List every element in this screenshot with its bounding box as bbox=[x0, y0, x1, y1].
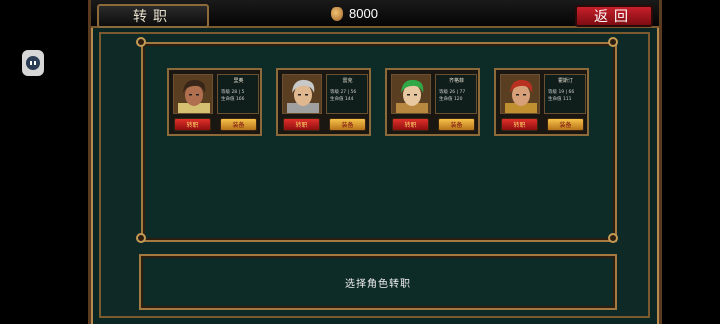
character-portrait[interactable] bbox=[173, 74, 213, 114]
character-name: 里奥 bbox=[233, 78, 244, 84]
hp-value: 111 bbox=[562, 97, 572, 102]
portrait-image bbox=[283, 75, 321, 113]
info-message: 选择角色转职 bbox=[345, 278, 411, 290]
portrait-image bbox=[501, 75, 539, 113]
job-change-label: 转职 bbox=[295, 122, 308, 129]
job-change-button[interactable]: 转职 bbox=[283, 118, 320, 131]
character-name: 霍斯汀 bbox=[557, 78, 573, 84]
level-label: 等级 bbox=[548, 90, 557, 95]
equip-button[interactable]: 装备 bbox=[329, 118, 366, 131]
hp-row: 生命值 120 bbox=[439, 96, 474, 103]
character-card[interactable]: 霍斯汀 等级 19 | 66 生命值 111 转职 装备 bbox=[494, 68, 589, 136]
equip-label: 装备 bbox=[450, 122, 463, 129]
level-value: 26 | 77 bbox=[449, 90, 466, 95]
level-value: 27 | 56 bbox=[340, 90, 357, 95]
job-change-button[interactable]: 转职 bbox=[501, 118, 538, 131]
page-title: 转职 bbox=[97, 4, 209, 28]
portrait-image bbox=[174, 75, 212, 113]
back-button-label: 返回 bbox=[594, 9, 634, 25]
level-label: 等级 bbox=[330, 90, 339, 95]
gold-bag-icon bbox=[331, 6, 343, 21]
hp-value: 120 bbox=[453, 97, 463, 102]
corner-ornament-icon bbox=[136, 37, 146, 47]
character-stats: 齐格菲 等级 26 | 77 生命值 120 bbox=[435, 74, 477, 114]
equip-button[interactable]: 装备 bbox=[220, 118, 257, 131]
job-change-button[interactable]: 转职 bbox=[174, 118, 211, 131]
character-card[interactable]: 雷克 等级 27 | 56 生命值 144 转职 装备 bbox=[276, 68, 371, 136]
game-window: 转职 8000 返回 里奥 等级 28 | 5 生命值 166 转职 装备 雷克… bbox=[88, 0, 662, 324]
floating-assistant-button[interactable] bbox=[22, 50, 44, 76]
level-row: 等级 26 | 77 bbox=[439, 89, 474, 96]
corner-ornament-icon bbox=[608, 233, 618, 243]
level-value: 28 | 5 bbox=[231, 90, 245, 95]
level-row: 等级 28 | 5 bbox=[221, 89, 256, 96]
job-change-label: 转职 bbox=[404, 122, 417, 129]
character-stats: 雷克 等级 27 | 56 生命值 144 bbox=[326, 74, 368, 114]
hp-row: 生命值 144 bbox=[330, 96, 365, 103]
job-change-label: 转职 bbox=[513, 122, 526, 129]
equip-label: 装备 bbox=[341, 122, 354, 129]
top-bar: 转职 8000 返回 bbox=[91, 0, 659, 28]
gold-display: 8000 bbox=[331, 6, 378, 21]
equip-label: 装备 bbox=[559, 122, 572, 129]
character-stats: 霍斯汀 等级 19 | 66 生命值 111 bbox=[544, 74, 586, 114]
back-button[interactable]: 返回 bbox=[575, 5, 653, 27]
hp-label: 生命值 bbox=[548, 97, 562, 102]
character-stats: 里奥 等级 28 | 5 生命值 166 bbox=[217, 74, 259, 114]
character-card[interactable]: 齐格菲 等级 26 | 77 生命值 120 转职 装备 bbox=[385, 68, 480, 136]
hp-value: 166 bbox=[235, 97, 245, 102]
hp-row: 生命值 111 bbox=[548, 96, 583, 103]
hp-value: 144 bbox=[344, 97, 354, 102]
level-label: 等级 bbox=[439, 90, 448, 95]
portrait-image bbox=[392, 75, 430, 113]
level-value: 19 | 66 bbox=[558, 90, 575, 95]
equip-button[interactable]: 装备 bbox=[438, 118, 475, 131]
job-change-button[interactable]: 转职 bbox=[392, 118, 429, 131]
character-name: 雷克 bbox=[342, 78, 353, 84]
character-portrait[interactable] bbox=[500, 74, 540, 114]
equip-label: 装备 bbox=[232, 122, 245, 129]
gold-amount: 8000 bbox=[349, 6, 378, 21]
level-row: 等级 19 | 66 bbox=[548, 89, 583, 96]
character-portrait[interactable] bbox=[282, 74, 322, 114]
level-label: 等级 bbox=[221, 90, 230, 95]
assistant-icon bbox=[26, 56, 40, 70]
job-change-label: 转职 bbox=[186, 122, 199, 129]
character-name: 齐格菲 bbox=[448, 78, 464, 84]
corner-ornament-icon bbox=[136, 233, 146, 243]
hp-row: 生命值 166 bbox=[221, 96, 256, 103]
corner-ornament-icon bbox=[608, 37, 618, 47]
hp-label: 生命值 bbox=[221, 97, 235, 102]
hp-label: 生命值 bbox=[330, 97, 344, 102]
character-card[interactable]: 里奥 等级 28 | 5 生命值 166 转职 装备 bbox=[167, 68, 262, 136]
hp-label: 生命值 bbox=[439, 97, 453, 102]
level-row: 等级 27 | 56 bbox=[330, 89, 365, 96]
page-title-text: 转职 bbox=[133, 9, 173, 25]
info-panel: 选择角色转职 bbox=[139, 254, 617, 310]
equip-button[interactable]: 装备 bbox=[547, 118, 584, 131]
character-portrait[interactable] bbox=[391, 74, 431, 114]
